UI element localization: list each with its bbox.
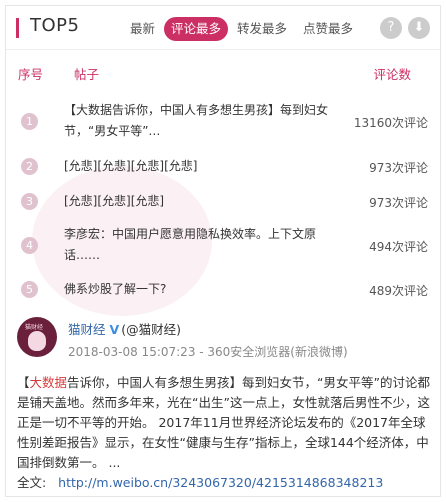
comment-count: 494次评论	[369, 240, 428, 254]
table-row[interactable]: 5 佛系炒股了解一下? 489次评论	[6, 274, 440, 304]
content-bracket: 【	[17, 375, 30, 390]
column-header-index: 序号	[18, 67, 44, 82]
post-title-link[interactable]: [允悲][允悲][允悲]	[64, 191, 344, 212]
post-title-link[interactable]: 李彦宏：中国用户愿意用隐私换效率。上下文原话……	[64, 224, 344, 266]
post-meta: 2018-03-08 15:07:23 - 360安全浏览器(新浪微博)	[68, 345, 348, 359]
rank-badge: 2	[21, 158, 38, 175]
widget-title: TOP5	[30, 15, 80, 36]
tab-most-comments[interactable]: 评论最多	[164, 17, 229, 41]
avatar-caption: 猫财经	[25, 324, 44, 331]
post-content: 【大数据告诉你，中国人有多想生男孩】每到妇女节，“男女平等”的讨论都是铺天盖地。…	[17, 373, 433, 493]
tab-latest[interactable]: 最新	[123, 17, 162, 41]
rank-badge: 4	[21, 237, 38, 254]
comment-count: 973次评论	[369, 161, 428, 175]
content-body: 告诉你，中国人有多想生男孩】每到妇女节，“男女平等”的讨论都是铺天盖地。然而多年…	[17, 375, 430, 470]
table-row[interactable]: 3 [允悲][允悲][允悲] 973次评论	[6, 186, 440, 216]
rank-badge: 5	[21, 281, 38, 298]
column-header-comments: 评论数	[373, 67, 411, 82]
rank-badge: 1	[21, 113, 38, 130]
widget-header: TOP5 最新 评论最多 转发最多 点赞最多 ? ⬇	[6, 6, 440, 50]
download-icon[interactable]: ⬇	[408, 17, 430, 39]
sort-tabs: 最新 评论最多 转发最多 点赞最多	[123, 17, 362, 41]
title-accent-bar	[16, 18, 19, 38]
top5-widget: TOP5 最新 评论最多 转发最多 点赞最多 ? ⬇ 序号 帖子 评论数 1 【…	[5, 5, 441, 497]
column-header-post: 帖子	[74, 67, 100, 82]
verified-icon: V	[109, 322, 120, 337]
post-title-link[interactable]: [允悲][允悲][允悲][允悲]	[64, 156, 344, 177]
content-keyword: 大数据	[29, 375, 68, 390]
avatar[interactable]: 猫财经	[17, 317, 57, 357]
author-handle: (@猫财经)	[121, 322, 181, 337]
avatar-face-icon	[28, 331, 46, 351]
comment-count: 13160次评论	[353, 116, 428, 130]
author-name-link[interactable]: 猫财经	[68, 322, 106, 337]
comment-count: 489次评论	[369, 284, 428, 298]
rank-badge: 3	[21, 193, 38, 210]
fulltext-link[interactable]: http://m.weibo.cn/3243067320/42153148683…	[58, 475, 383, 490]
table-row[interactable]: 2 [允悲][允悲][允悲][允悲] 973次评论	[6, 151, 440, 181]
tab-most-likes[interactable]: 点赞最多	[296, 17, 360, 41]
table-row[interactable]: 1 【大数据告诉你，中国人有多想生男孩】每到妇女节，“男女平等”… 13160次…	[6, 98, 440, 144]
post-title-link[interactable]: 【大数据告诉你，中国人有多想生男孩】每到妇女节，“男女平等”…	[64, 100, 344, 142]
fulltext-label: 全文:	[17, 475, 47, 490]
help-icon[interactable]: ?	[380, 17, 402, 39]
comment-count: 973次评论	[369, 196, 428, 210]
post-title-link[interactable]: 佛系炒股了解一下?	[64, 279, 344, 300]
table-row[interactable]: 4 李彦宏：中国用户愿意用隐私换效率。上下文原话…… 494次评论	[6, 222, 440, 268]
post-author-line: 猫财经 V (@猫财经)	[68, 319, 181, 338]
tab-most-reposts[interactable]: 转发最多	[230, 17, 294, 41]
